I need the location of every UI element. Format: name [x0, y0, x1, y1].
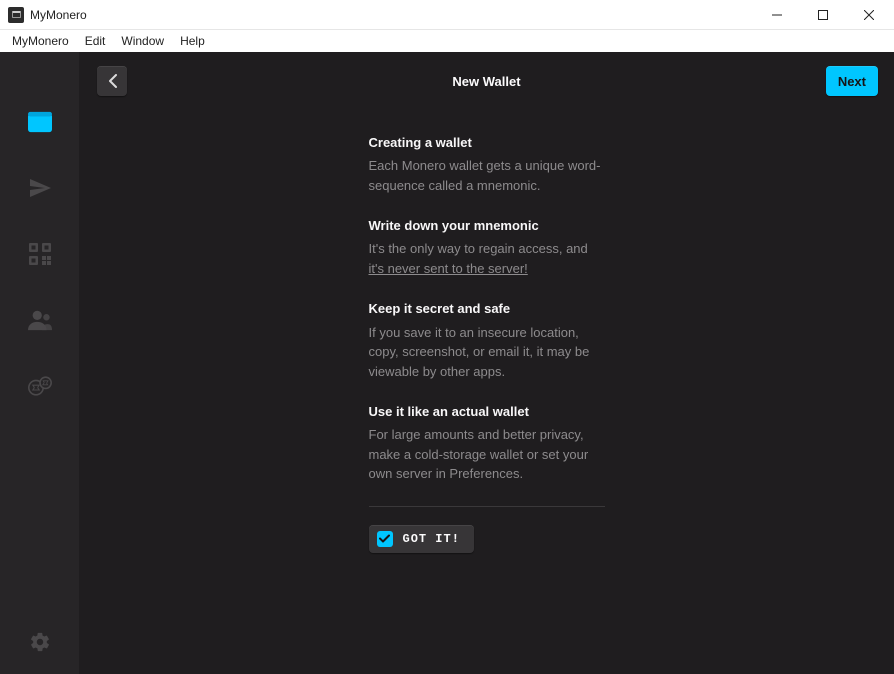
info-block-actual: Use it like an actual wallet For large a…: [369, 403, 605, 484]
info-block-creating: Creating a wallet Each Monero wallet get…: [369, 134, 605, 195]
minimize-button[interactable]: [754, 0, 800, 30]
info-text: Each Monero wallet gets a unique word-se…: [369, 156, 605, 195]
info-heading: Creating a wallet: [369, 134, 605, 152]
got-it-label: GOT IT!: [403, 532, 460, 546]
info-heading: Keep it secret and safe: [369, 300, 605, 318]
divider: [369, 506, 605, 507]
menu-edit[interactable]: Edit: [77, 32, 114, 50]
sidebar: [0, 52, 79, 674]
sidebar-contacts[interactable]: [28, 308, 52, 332]
close-button[interactable]: [846, 0, 892, 30]
sidebar-send[interactable]: [28, 176, 52, 200]
app-title: MyMonero: [30, 8, 87, 22]
info-text: It's the only way to regain access, and …: [369, 239, 605, 278]
sidebar-wallet[interactable]: [28, 110, 52, 134]
menu-mymonero[interactable]: MyMonero: [4, 32, 77, 50]
menu-help[interactable]: Help: [172, 32, 213, 50]
app-icon: [8, 7, 24, 23]
next-label: Next: [838, 74, 866, 89]
content: New Wallet Next Creating a wallet Each M…: [79, 52, 894, 674]
info-text: If you save it to an insecure location, …: [369, 323, 605, 382]
got-it-button[interactable]: GOT IT!: [369, 525, 474, 553]
info-block-writedown: Write down your mnemonic It's the only w…: [369, 217, 605, 278]
app-body: New Wallet Next Creating a wallet Each M…: [0, 52, 894, 674]
page-title: New Wallet: [452, 74, 520, 89]
info-text-underline: it's never sent to the server!: [369, 261, 528, 276]
titlebar-left: MyMonero: [8, 7, 87, 23]
window-controls: [754, 0, 892, 30]
menubar: MyMonero Edit Window Help: [0, 30, 894, 52]
info-heading: Use it like an actual wallet: [369, 403, 605, 421]
titlebar: MyMonero: [0, 0, 894, 30]
menu-window[interactable]: Window: [113, 32, 172, 50]
sidebar-settings[interactable]: [28, 630, 52, 654]
info-heading: Write down your mnemonic: [369, 217, 605, 235]
back-button[interactable]: [97, 66, 127, 96]
sidebar-exchange[interactable]: [28, 374, 52, 398]
maximize-button[interactable]: [800, 0, 846, 30]
checkbox-icon: [377, 531, 393, 547]
info-panel: Creating a wallet Each Monero wallet get…: [369, 134, 605, 553]
next-button[interactable]: Next: [826, 66, 878, 96]
info-text-pre: It's the only way to regain access, and: [369, 241, 588, 256]
topbar: New Wallet Next: [79, 52, 894, 110]
info-block-secret: Keep it secret and safe If you save it t…: [369, 300, 605, 381]
info-text: For large amounts and better privacy, ma…: [369, 425, 605, 484]
sidebar-receive[interactable]: [28, 242, 52, 266]
